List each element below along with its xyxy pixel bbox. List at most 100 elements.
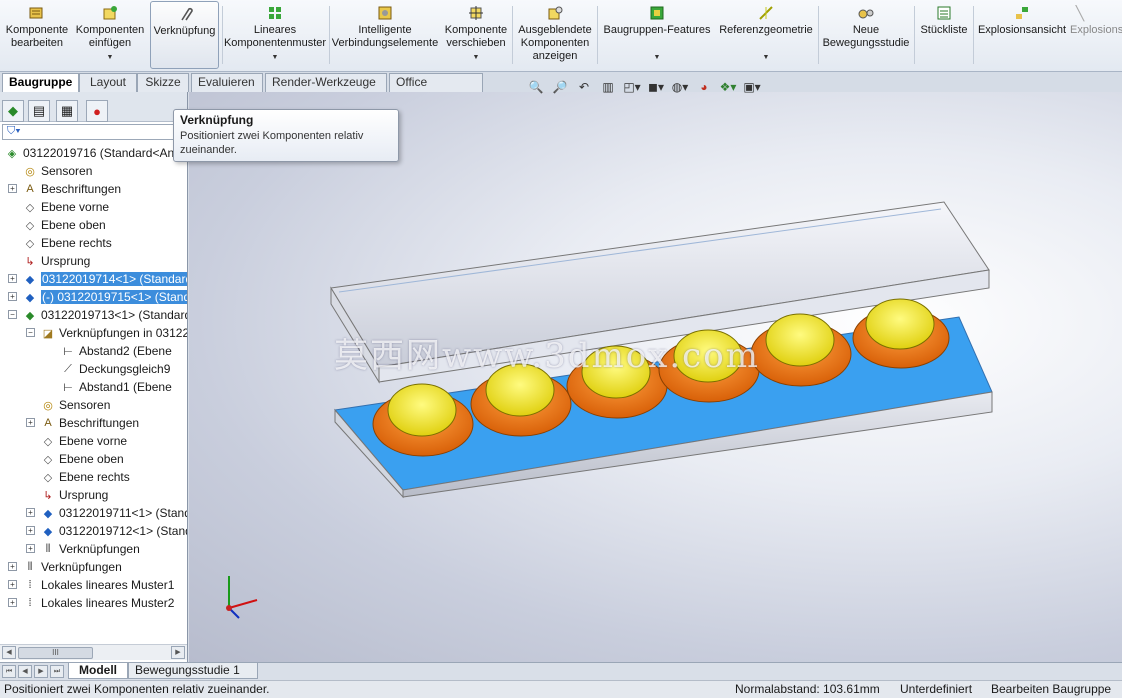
tree-node[interactable]: ◆ (-) 03122019715<1> (Standa [22,288,187,306]
tab-skizze[interactable]: Skizze [137,73,189,92]
tree-node[interactable]: ◇ Ebene rechts [40,468,130,486]
tree-node[interactable]: ◈ 03122019716 (Standard<Anz [4,144,180,162]
tree-node[interactable]: ⫴ Verknüpfungen [40,540,140,558]
tree-expander-icon[interactable]: + [26,544,35,553]
scrollbar-thumb[interactable]: III [18,647,93,659]
mates-icon: ⫴ [27,560,33,573]
tree-expander-icon[interactable]: + [8,184,17,193]
tree-node[interactable]: ◪ Verknüpfungen in 03122 [40,324,187,342]
tree-node-label: Lokales lineares Muster2 [41,596,175,610]
linear-pattern-button[interactable]: Lineares Komponentenmuster ▼ [224,4,326,68]
tree-expander-icon[interactable]: + [26,526,35,535]
tree-node[interactable]: ◇ Ebene oben [40,450,124,468]
tab-office-produkte[interactable]: Office Produkte [389,73,483,106]
chevron-down-icon[interactable]: ▼ [272,51,279,64]
previous-view-icon[interactable]: ↶ [575,79,593,95]
tree-node[interactable]: ◆ 03122019712<1> (Stand [40,522,187,540]
tree-node[interactable]: A Beschriftungen [22,180,121,198]
tab-modell[interactable]: Modell [68,663,128,679]
property-icon: ▤ [32,103,46,118]
tree-node[interactable]: ◎ Sensoren [22,162,92,180]
new-motion-study-button[interactable]: Neue Bewegungsstudie [821,4,911,68]
feature-manager-tab[interactable]: ◆ [2,100,24,122]
tree-node[interactable]: ◇ Ebene oben [22,216,106,234]
bom-icon [934,4,954,22]
assembly-features-button[interactable]: Baugruppen-Features ▼ [600,4,714,68]
tree-expander-icon[interactable]: + [8,580,17,589]
apply-scene-icon[interactable]: ❖▾ [719,79,737,95]
zoom-to-area-icon[interactable]: 🔎 [551,79,569,95]
bill-of-materials-button[interactable]: Stückliste [917,4,971,68]
tree-node[interactable]: ⫴ Verknüpfungen [22,558,122,576]
tree-node[interactable]: ⁞ Lokales lineares Muster2 [22,594,174,612]
cap-5[interactable] [750,313,852,387]
show-hidden-components-button[interactable]: Ausgeblendete Komponenten anzeigen [516,4,594,68]
tree-expander-icon[interactable]: − [8,310,17,319]
hide-show-items-icon[interactable]: ◍▾ [671,79,689,95]
tree-expander-icon[interactable]: + [8,292,17,301]
tree-node[interactable]: ⁞ Lokales lineares Muster1 [22,576,174,594]
tree-node-label: Verknüpfungen [41,560,122,574]
tree-expander-icon[interactable]: + [26,418,35,427]
tab-layout[interactable]: Layout [79,73,137,92]
chevron-down-icon[interactable]: ▼ [763,51,770,64]
display-style-icon[interactable]: ◼▾ [647,79,665,95]
tree-node[interactable]: ⟋ Deckungsgleich9 [60,360,170,378]
chevron-down-icon[interactable]: ▼ [107,51,114,64]
prev-tab-icon[interactable]: ◀ [18,665,32,678]
tree-expander-icon[interactable]: + [8,562,17,571]
tree-expander-icon[interactable]: + [26,508,35,517]
tree-node[interactable]: A Beschriftungen [40,414,139,432]
horizontal-scrollbar[interactable]: ◀ III ▶ [0,644,187,660]
tooltip-description: Positioniert zwei Komponenten relativ zu… [180,130,364,156]
configuration-manager-tab[interactable]: ▦ [56,100,78,122]
last-tab-icon[interactable]: ⏭ [50,665,64,678]
tree-expander-icon[interactable]: + [8,598,17,607]
first-tab-icon[interactable]: ⏮ [2,665,16,678]
edit-component-button[interactable]: Komponente bearbeiten [4,4,70,68]
section-view-icon[interactable]: ▥ [599,79,617,95]
part-icon: ◆ [43,507,53,520]
tree-filter[interactable]: ⛉▾ [2,124,186,140]
tree-node[interactable]: ⊢ Abstand1 (Ebene [60,378,172,396]
annotations-icon: A [44,417,52,429]
chevron-down-icon[interactable]: ▼ [654,51,661,64]
tree-node[interactable]: ↳ Ursprung [22,252,90,270]
chevron-down-icon[interactable]: ▼ [473,51,480,64]
tab-baugruppe[interactable]: Baugruppe [2,73,79,92]
tab-bewegungsstudie-1[interactable]: Bewegungsstudie 1 [128,663,258,679]
property-manager-tab[interactable]: ▤ [28,100,50,122]
scroll-left-arrow-icon[interactable]: ◀ [2,646,16,659]
tree-node[interactable]: ◆ 03122019711<1> (Stand [40,504,187,522]
tree-expander-icon[interactable]: + [8,274,17,283]
move-component-button[interactable]: Komponente verschieben ▼ [443,4,509,68]
mate-button[interactable]: Verknüpfung [150,1,219,69]
tree-node[interactable]: ◇ Ebene rechts [22,234,112,252]
explode-line-sketch-button[interactable]: ╲ Explosions [1070,4,1122,68]
tree-expander-icon[interactable]: − [26,328,35,337]
tree-node[interactable]: ◆ 03122019713<1> (Standard< [22,306,187,324]
scroll-right-arrow-icon[interactable]: ▶ [171,646,185,659]
tree-node[interactable]: ◇ Ebene vorne [22,198,109,216]
smart-fasteners-button[interactable]: Intelligente Verbindungselemente [331,4,439,68]
appearance-manager-tab[interactable]: ● [86,100,108,122]
tree-node[interactable]: ⊢ Abstand2 (Ebene [60,342,172,360]
cap-6[interactable] [852,298,950,369]
view-settings-icon[interactable]: ▣▾ [743,79,761,95]
next-tab-icon[interactable]: ▶ [34,665,48,678]
tab-render-werkzeuge[interactable]: Render-Werkzeuge [265,73,387,92]
tree-node[interactable]: ↳ Ursprung [40,486,108,504]
edit-appearance-icon[interactable]: ◕ [695,79,713,95]
appearance-icon: ● [93,103,101,119]
exploded-view-button[interactable]: Explosionsansicht [976,4,1068,68]
tree-node[interactable]: ◇ Ebene vorne [40,432,127,450]
tree-node[interactable]: ◆ 03122019714<1> (Standard [22,270,187,288]
insert-components-icon [100,4,120,22]
tab-evaluieren[interactable]: Evaluieren [191,73,263,92]
insert-components-button[interactable]: Komponenten einfügen ▼ [74,4,146,68]
graphics-viewport[interactable]: 莫西网www.3dmox.com ▯▯ ▭ ▁ ❐ [189,92,1122,662]
reference-geometry-button[interactable]: Referenzgeometrie ▼ [716,4,816,68]
view-orientation-icon[interactable]: ◰▾ [623,79,641,95]
zoom-to-fit-icon[interactable]: 🔍 [527,79,545,95]
tree-node[interactable]: ◎ Sensoren [40,396,110,414]
